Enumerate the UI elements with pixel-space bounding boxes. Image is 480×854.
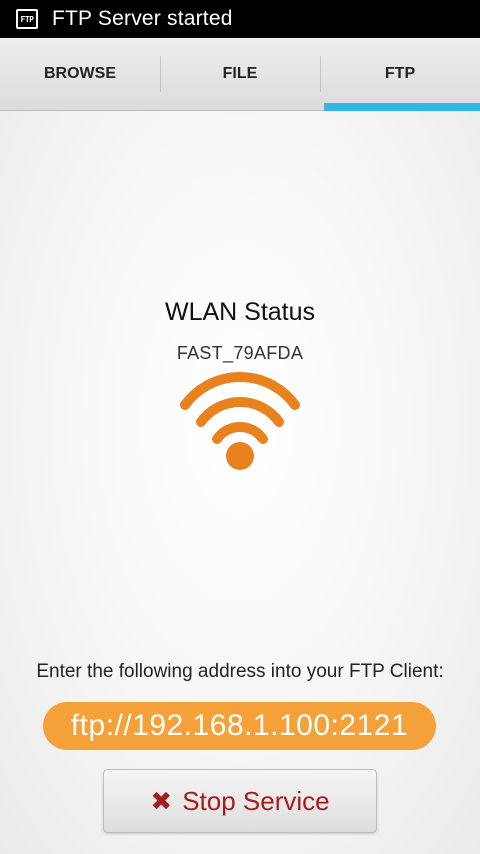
tab-label: FTP <box>384 65 416 82</box>
status-message: FTP Server started <box>52 7 233 30</box>
tab-label: BROWSE <box>44 65 116 82</box>
stop-service-label: Stop Service <box>182 785 330 816</box>
ftp-instruction: Enter the following address into your FT… <box>36 661 444 682</box>
stop-service-button[interactable]: ✖ Stop Service <box>103 769 377 833</box>
wifi-icon <box>180 372 300 470</box>
tab-ftp[interactable]: FTP <box>320 38 480 111</box>
tab-bar: BROWSE FILE FTP <box>0 38 480 111</box>
wlan-ssid: FAST_79AFDA <box>176 343 304 363</box>
tab-browse[interactable]: BROWSE <box>0 38 160 110</box>
status-bar: FTP FTP Server started <box>0 0 480 38</box>
selected-tab-indicator <box>324 103 480 111</box>
tab-file[interactable]: FILE <box>160 38 320 110</box>
ftp-panel: WLAN Status FAST_79AFDA Enter the follow… <box>0 111 480 854</box>
ftp-address: ftp://192.168.1.100:2121 <box>43 702 436 750</box>
tab-label: FILE <box>222 65 258 82</box>
close-x-icon: ✖ <box>150 786 173 816</box>
ftp-icon: FTP <box>16 9 38 29</box>
wlan-status-title: WLAN Status <box>164 298 316 326</box>
